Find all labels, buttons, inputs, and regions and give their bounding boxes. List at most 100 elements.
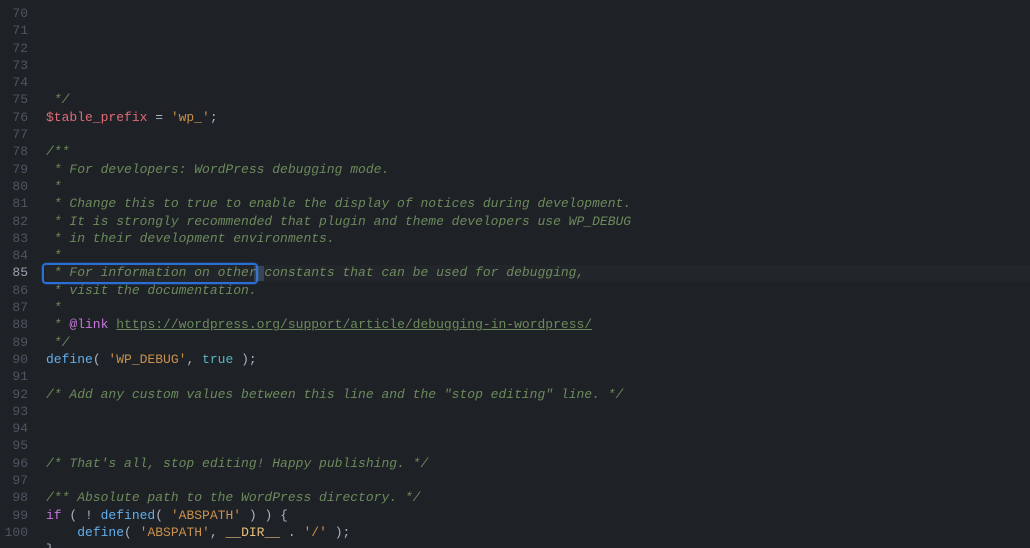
line-number: 85 xyxy=(0,264,28,281)
line-number: 79 xyxy=(0,161,28,178)
code-area[interactable]: */ $table_prefix = 'wp_'; /** * For develo… xyxy=(46,0,1030,548)
code-line[interactable]: * It is strongly recommended that plugin… xyxy=(46,213,1030,230)
token-string: 'ABSPATH' xyxy=(140,525,210,540)
token-tag: @link xyxy=(69,317,108,332)
token-string: 'ABSPATH' xyxy=(171,508,241,523)
token-bool: true xyxy=(202,352,233,367)
token-comment: */ xyxy=(46,92,69,107)
line-number: 99 xyxy=(0,507,28,524)
code-line[interactable]: */ xyxy=(46,91,1030,108)
line-number: 94 xyxy=(0,420,28,437)
token-string: 'WP_DEBUG' xyxy=(108,352,186,367)
token-punct: ) ) { xyxy=(241,508,288,523)
line-number: 75 xyxy=(0,91,28,108)
token-var: $table_prefix xyxy=(46,110,147,125)
line-number: 95 xyxy=(0,437,28,454)
token-comment: * Change this to true to enable the disp… xyxy=(46,196,631,211)
line-number: 100 xyxy=(0,524,28,541)
code-line[interactable]: /** xyxy=(46,143,1030,160)
token-punct xyxy=(46,525,77,540)
token-func: define xyxy=(46,352,93,367)
token-comment: /** xyxy=(46,144,69,159)
token-comment: /** Absolute path to the WordPress direc… xyxy=(46,490,420,505)
token-punct: ( ! xyxy=(62,508,101,523)
token-punct: ( xyxy=(124,525,140,540)
code-line[interactable] xyxy=(46,368,1030,385)
line-number: 90 xyxy=(0,351,28,368)
token-comment: * xyxy=(46,317,69,332)
line-number: 72 xyxy=(0,40,28,57)
line-number: 71 xyxy=(0,22,28,39)
code-line[interactable]: * xyxy=(46,299,1030,316)
code-line[interactable]: /* That's all, stop editing! Happy publi… xyxy=(46,455,1030,472)
token-comment: /* That's all, stop editing! Happy publi… xyxy=(46,456,428,471)
line-number: 87 xyxy=(0,299,28,316)
line-number: 97 xyxy=(0,472,28,489)
token-punct: = xyxy=(147,110,170,125)
token-string: '/' xyxy=(303,525,326,540)
code-line[interactable] xyxy=(46,437,1030,454)
token-punct: ); xyxy=(233,352,256,367)
line-number: 80 xyxy=(0,178,28,195)
token-keyword: if xyxy=(46,508,62,523)
line-number: 84 xyxy=(0,247,28,264)
token-const: __DIR__ xyxy=(225,525,280,540)
token-punct: ); xyxy=(327,525,350,540)
token-punct: ( xyxy=(93,352,109,367)
line-number: 88 xyxy=(0,316,28,333)
line-number: 92 xyxy=(0,386,28,403)
code-line[interactable]: * Change this to true to enable the disp… xyxy=(46,195,1030,212)
code-editor[interactable]: 7071727374757677787980818283848586878889… xyxy=(0,0,1030,548)
token-punct: . xyxy=(280,525,303,540)
line-number: 86 xyxy=(0,282,28,299)
line-number: 98 xyxy=(0,489,28,506)
code-line[interactable]: /* Add any custom values between this li… xyxy=(46,386,1030,403)
code-line[interactable]: * visit the documentation. xyxy=(46,282,1030,299)
code-line[interactable]: define( 'WP_DEBUG', true ); xyxy=(46,351,1030,368)
token-func: define xyxy=(77,525,124,540)
token-punct: } xyxy=(46,542,54,548)
code-line[interactable]: */ xyxy=(46,334,1030,351)
line-number: 91 xyxy=(0,368,28,385)
line-number: 83 xyxy=(0,230,28,247)
code-line[interactable]: * in their development environments. xyxy=(46,230,1030,247)
token-string: 'wp_' xyxy=(171,110,210,125)
token-punct: , xyxy=(186,352,202,367)
token-comment: * xyxy=(46,248,62,263)
line-number: 78 xyxy=(0,143,28,160)
code-line[interactable]: * For information on other constants tha… xyxy=(46,264,1030,281)
line-number: 74 xyxy=(0,74,28,91)
token-comment: * For information on other constants tha… xyxy=(46,265,584,280)
token-comment: * in their development environments. xyxy=(46,231,335,246)
code-line[interactable]: * For developers: WordPress debugging mo… xyxy=(46,161,1030,178)
token-func: defined xyxy=(101,508,156,523)
line-number: 82 xyxy=(0,213,28,230)
code-line[interactable]: /** Absolute path to the WordPress direc… xyxy=(46,489,1030,506)
token-comment: * visit the documentation. xyxy=(46,283,257,298)
token-comment: * xyxy=(46,179,62,194)
code-line[interactable]: * @link https://wordpress.org/support/ar… xyxy=(46,316,1030,333)
token-punct: , xyxy=(210,525,226,540)
code-line[interactable]: } xyxy=(46,541,1030,548)
line-number: 93 xyxy=(0,403,28,420)
token-punct: ( xyxy=(155,508,171,523)
code-line[interactable] xyxy=(46,403,1030,420)
code-line[interactable]: define( 'ABSPATH', __DIR__ . '/' ); xyxy=(46,524,1030,541)
line-number: 76 xyxy=(0,109,28,126)
token-comment: * It is strongly recommended that plugin… xyxy=(46,214,631,229)
line-number: 70 xyxy=(0,5,28,22)
code-line[interactable] xyxy=(46,126,1030,143)
token-comment: * xyxy=(46,300,62,315)
token-comment: /* Add any custom values between this li… xyxy=(46,387,623,402)
token-comment: */ xyxy=(46,335,69,350)
code-line[interactable] xyxy=(46,472,1030,489)
line-number-gutter: 7071727374757677787980818283848586878889… xyxy=(0,0,46,548)
line-number: 73 xyxy=(0,57,28,74)
code-line[interactable]: if ( ! defined( 'ABSPATH' ) ) { xyxy=(46,507,1030,524)
token-comment: * For developers: WordPress debugging mo… xyxy=(46,162,389,177)
code-line[interactable]: * xyxy=(46,178,1030,195)
token-link: https://wordpress.org/support/article/de… xyxy=(116,317,592,332)
code-line[interactable] xyxy=(46,420,1030,437)
code-line[interactable]: * xyxy=(46,247,1030,264)
code-line[interactable]: $table_prefix = 'wp_'; xyxy=(46,109,1030,126)
